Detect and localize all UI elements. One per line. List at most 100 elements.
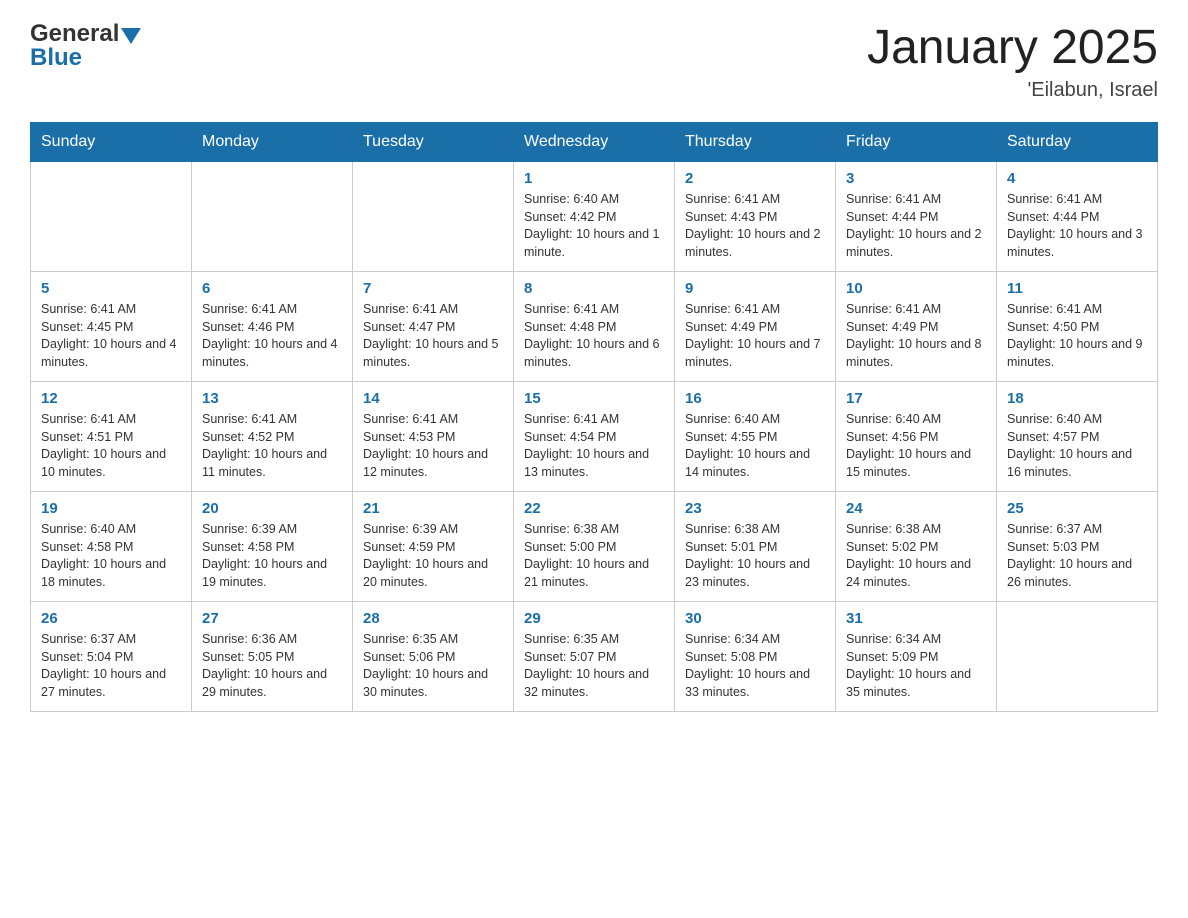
day-info: Sunrise: 6:41 AMSunset: 4:49 PMDaylight:… — [685, 301, 825, 371]
weekday-header-monday: Monday — [192, 123, 353, 162]
day-info: Sunrise: 6:41 AMSunset: 4:50 PMDaylight:… — [1007, 301, 1147, 371]
day-number: 5 — [41, 280, 181, 297]
day-number: 14 — [363, 390, 503, 407]
day-number: 6 — [202, 280, 342, 297]
weekday-header-saturday: Saturday — [997, 123, 1158, 162]
day-info: Sunrise: 6:37 AMSunset: 5:03 PMDaylight:… — [1007, 521, 1147, 591]
calendar-cell — [31, 162, 192, 272]
weekday-header-tuesday: Tuesday — [353, 123, 514, 162]
weekday-header-wednesday: Wednesday — [514, 123, 675, 162]
title-block: January 2025 'Eilabun, Israel — [867, 20, 1158, 102]
day-number: 9 — [685, 280, 825, 297]
day-info: Sunrise: 6:38 AMSunset: 5:02 PMDaylight:… — [846, 521, 986, 591]
day-number: 24 — [846, 500, 986, 517]
day-number: 28 — [363, 610, 503, 627]
day-number: 30 — [685, 610, 825, 627]
calendar-cell: 8 Sunrise: 6:41 AMSunset: 4:48 PMDaylight… — [514, 272, 675, 382]
day-info: Sunrise: 6:40 AMSunset: 4:56 PMDaylight:… — [846, 411, 986, 481]
day-info: Sunrise: 6:38 AMSunset: 5:01 PMDaylight:… — [685, 521, 825, 591]
day-info: Sunrise: 6:34 AMSunset: 5:09 PMDaylight:… — [846, 631, 986, 701]
day-number: 23 — [685, 500, 825, 517]
calendar-cell: 6 Sunrise: 6:41 AMSunset: 4:46 PMDaylight… — [192, 272, 353, 382]
calendar-cell: 5 Sunrise: 6:41 AMSunset: 4:45 PMDaylight… — [31, 272, 192, 382]
day-number: 12 — [41, 390, 181, 407]
calendar-cell: 16 Sunrise: 6:40 AMSunset: 4:55 PMDayligh… — [675, 382, 836, 492]
day-info: Sunrise: 6:41 AMSunset: 4:44 PMDaylight:… — [846, 191, 986, 261]
day-info: Sunrise: 6:41 AMSunset: 4:53 PMDaylight:… — [363, 411, 503, 481]
calendar-title: January 2025 — [867, 20, 1158, 75]
day-number: 21 — [363, 500, 503, 517]
calendar-cell: 1 Sunrise: 6:40 AMSunset: 4:42 PMDaylight… — [514, 162, 675, 272]
calendar-cell: 28 Sunrise: 6:35 AMSunset: 5:06 PMDayligh… — [353, 602, 514, 712]
calendar-cell: 29Sunrise: 6:35 AMSunset: 5:07 PMDayligh… — [514, 602, 675, 712]
calendar-cell — [353, 162, 514, 272]
logo: General Blue — [30, 20, 141, 72]
weekday-row: SundayMondayTuesdayWednesdayThursdayFrid… — [31, 123, 1158, 162]
calendar-cell: 4 Sunrise: 6:41 AMSunset: 4:44 PMDaylight… — [997, 162, 1158, 272]
calendar-cell: 27Sunrise: 6:36 AMSunset: 5:05 PMDayligh… — [192, 602, 353, 712]
day-info: Sunrise: 6:39 AMSunset: 4:59 PMDaylight:… — [363, 521, 503, 591]
calendar-cell: 25 Sunrise: 6:37 AMSunset: 5:03 PMDayligh… — [997, 492, 1158, 602]
calendar-table: SundayMondayTuesdayWednesdayThursdayFrid… — [30, 122, 1158, 712]
day-number: 20 — [202, 500, 342, 517]
weekday-header-friday: Friday — [836, 123, 997, 162]
calendar-week-1: 1 Sunrise: 6:40 AMSunset: 4:42 PMDaylight… — [31, 162, 1158, 272]
day-number: 25 — [1007, 500, 1147, 517]
day-number: 13 — [202, 390, 342, 407]
day-info: Sunrise: 6:41 AMSunset: 4:48 PMDaylight:… — [524, 301, 664, 371]
calendar-cell: 2 Sunrise: 6:41 AMSunset: 4:43 PMDaylight… — [675, 162, 836, 272]
day-number: 16 — [685, 390, 825, 407]
calendar-cell — [192, 162, 353, 272]
calendar-body: 1 Sunrise: 6:40 AMSunset: 4:42 PMDaylight… — [31, 162, 1158, 712]
day-info: Sunrise: 6:41 AMSunset: 4:46 PMDaylight:… — [202, 301, 342, 371]
calendar-cell: 20Sunrise: 6:39 AMSunset: 4:58 PMDayligh… — [192, 492, 353, 602]
day-info: Sunrise: 6:37 AMSunset: 5:04 PMDaylight:… — [41, 631, 181, 701]
day-number: 29 — [524, 610, 664, 627]
day-number: 26 — [41, 610, 181, 627]
calendar-subtitle: 'Eilabun, Israel — [867, 79, 1158, 102]
day-info: Sunrise: 6:41 AMSunset: 4:47 PMDaylight:… — [363, 301, 503, 371]
day-info: Sunrise: 6:41 AMSunset: 4:52 PMDaylight:… — [202, 411, 342, 481]
day-number: 17 — [846, 390, 986, 407]
day-number: 19 — [41, 500, 181, 517]
day-number: 15 — [524, 390, 664, 407]
day-info: Sunrise: 6:41 AMSunset: 4:44 PMDaylight:… — [1007, 191, 1147, 261]
day-info: Sunrise: 6:40 AMSunset: 4:55 PMDaylight:… — [685, 411, 825, 481]
calendar-week-2: 5 Sunrise: 6:41 AMSunset: 4:45 PMDaylight… — [31, 272, 1158, 382]
page-header: General Blue January 2025 'Eilabun, Isra… — [30, 20, 1158, 102]
calendar-cell: 21 Sunrise: 6:39 AMSunset: 4:59 PMDayligh… — [353, 492, 514, 602]
calendar-cell: 30Sunrise: 6:34 AMSunset: 5:08 PMDayligh… — [675, 602, 836, 712]
calendar-cell: 17 Sunrise: 6:40 AMSunset: 4:56 PMDayligh… — [836, 382, 997, 492]
day-number: 1 — [524, 170, 664, 187]
day-number: 10 — [846, 280, 986, 297]
day-number: 27 — [202, 610, 342, 627]
calendar-cell: 14 Sunrise: 6:41 AMSunset: 4:53 PMDayligh… — [353, 382, 514, 492]
calendar-header: SundayMondayTuesdayWednesdayThursdayFrid… — [31, 123, 1158, 162]
calendar-week-3: 12Sunrise: 6:41 AMSunset: 4:51 PMDayligh… — [31, 382, 1158, 492]
day-info: Sunrise: 6:40 AMSunset: 4:58 PMDaylight:… — [41, 521, 181, 591]
day-info: Sunrise: 6:41 AMSunset: 4:43 PMDaylight:… — [685, 191, 825, 261]
calendar-cell: 11 Sunrise: 6:41 AMSunset: 4:50 PMDayligh… — [997, 272, 1158, 382]
calendar-week-5: 26 Sunrise: 6:37 AMSunset: 5:04 PMDayligh… — [31, 602, 1158, 712]
calendar-cell: 31Sunrise: 6:34 AMSunset: 5:09 PMDayligh… — [836, 602, 997, 712]
day-number: 11 — [1007, 280, 1147, 297]
day-info: Sunrise: 6:41 AMSunset: 4:45 PMDaylight:… — [41, 301, 181, 371]
day-number: 3 — [846, 170, 986, 187]
day-number: 4 — [1007, 170, 1147, 187]
day-number: 8 — [524, 280, 664, 297]
weekday-header-thursday: Thursday — [675, 123, 836, 162]
calendar-cell: 26 Sunrise: 6:37 AMSunset: 5:04 PMDayligh… — [31, 602, 192, 712]
calendar-cell: 10Sunrise: 6:41 AMSunset: 4:49 PMDayligh… — [836, 272, 997, 382]
day-info: Sunrise: 6:35 AMSunset: 5:06 PMDaylight:… — [363, 631, 503, 701]
calendar-cell: 12Sunrise: 6:41 AMSunset: 4:51 PMDayligh… — [31, 382, 192, 492]
day-info: Sunrise: 6:40 AMSunset: 4:42 PMDaylight:… — [524, 191, 664, 261]
calendar-cell: 9 Sunrise: 6:41 AMSunset: 4:49 PMDaylight… — [675, 272, 836, 382]
calendar-cell: 15Sunrise: 6:41 AMSunset: 4:54 PMDayligh… — [514, 382, 675, 492]
day-number: 22 — [524, 500, 664, 517]
calendar-cell: 19 Sunrise: 6:40 AMSunset: 4:58 PMDayligh… — [31, 492, 192, 602]
calendar-cell: 13 Sunrise: 6:41 AMSunset: 4:52 PMDayligh… — [192, 382, 353, 492]
day-info: Sunrise: 6:40 AMSunset: 4:57 PMDaylight:… — [1007, 411, 1147, 481]
calendar-cell: 23 Sunrise: 6:38 AMSunset: 5:01 PMDayligh… — [675, 492, 836, 602]
day-number: 2 — [685, 170, 825, 187]
calendar-cell: 18Sunrise: 6:40 AMSunset: 4:57 PMDayligh… — [997, 382, 1158, 492]
